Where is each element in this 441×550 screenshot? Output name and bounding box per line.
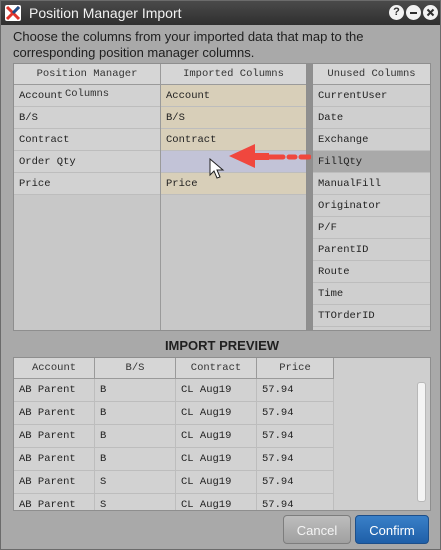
minimize-icon[interactable] (406, 5, 421, 20)
preview-cell: CL Aug19 (175, 378, 257, 402)
preview-cell: CL Aug19 (175, 447, 257, 471)
drag-arrow-icon (229, 144, 311, 168)
window-title: Position Manager Import (29, 5, 182, 21)
preview-cell: AB Parent (14, 493, 95, 510)
preview-cell: B (94, 424, 176, 448)
table-row: AB Parent B CL Aug19 57.94 (14, 401, 334, 425)
unused-columns-header: Unused Columns (313, 64, 430, 85)
table-row: AB Parent S CL Aug19 57.94 (14, 470, 334, 494)
table-row: AB Parent S CL Aug19 57.94 (14, 493, 334, 510)
column-mapping-grid: Position Manager Columns Account B/S Con… (13, 63, 307, 331)
mouse-cursor-icon (209, 158, 225, 179)
preview-header[interactable]: Price (256, 358, 334, 379)
table-row: AB Parent B CL Aug19 57.94 (14, 424, 334, 448)
preview-header[interactable]: Contract (175, 358, 257, 379)
import-preview-table: Account B/S Contract Price AB Parent B C… (13, 357, 431, 511)
preview-cell: 57.94 (256, 447, 334, 471)
unused-column-item[interactable]: P/F (313, 217, 430, 239)
preview-cell: B (94, 378, 176, 402)
pm-column-cell: B/S (14, 107, 160, 129)
preview-scrollbar[interactable] (417, 382, 426, 502)
unused-column-item[interactable]: CurrentUser (313, 85, 430, 107)
unused-column-item[interactable]: ParentID (313, 239, 430, 261)
cancel-button[interactable]: Cancel (283, 515, 351, 544)
preview-cell: AB Parent (14, 470, 95, 494)
unused-column-item[interactable]: Originator (313, 195, 430, 217)
pm-column-cell: Price (14, 173, 160, 195)
pm-column-cell: Order Qty (14, 151, 160, 173)
preview-cell: S (94, 493, 176, 510)
preview-cell: AB Parent (14, 378, 95, 402)
preview-cell: 57.94 (256, 470, 334, 494)
imported-column-slot[interactable]: Price (161, 173, 306, 195)
unused-column-item[interactable]: Time (313, 283, 430, 305)
preview-cell: 57.94 (256, 401, 334, 425)
pm-columns: Position Manager Columns Account B/S Con… (14, 64, 160, 195)
preview-cell: 57.94 (256, 424, 334, 448)
import-preview-title: IMPORT PREVIEW (164, 338, 280, 353)
preview-cell: CL Aug19 (175, 470, 257, 494)
imported-columns-header: Imported Columns (161, 64, 306, 85)
table-row: AB Parent B CL Aug19 57.94 (14, 378, 334, 402)
preview-cell: CL Aug19 (175, 424, 257, 448)
import-dialog: Position Manager Import ? Choose the col… (0, 0, 441, 550)
unused-column-item[interactable]: Exchange (313, 129, 430, 151)
close-icon[interactable] (423, 5, 438, 20)
app-logo-icon (5, 5, 21, 21)
unused-column-item[interactable]: Date (313, 107, 430, 129)
preview-cell: AB Parent (14, 401, 95, 425)
preview-header[interactable]: B/S (94, 358, 176, 379)
title-bar[interactable]: Position Manager Import ? (1, 1, 440, 25)
unused-column-item[interactable]: Route (313, 261, 430, 283)
preview-cell: S (94, 470, 176, 494)
unused-columns-list: Unused Columns CurrentUser Date Exchange… (312, 63, 431, 331)
instructions-text: Choose the columns from your imported da… (13, 29, 364, 60)
unused-column-item[interactable]: ManualFill (313, 173, 430, 195)
preview-header[interactable]: Account (14, 358, 95, 379)
confirm-button[interactable]: Confirm (355, 515, 429, 544)
help-icon[interactable]: ? (389, 5, 404, 20)
pm-column-cell: Contract (14, 129, 160, 151)
preview-cell: AB Parent (14, 424, 95, 448)
imported-column-slot[interactable]: B/S (161, 107, 306, 129)
preview-cell: 57.94 (256, 493, 334, 510)
imported-column-slot[interactable]: Account (161, 85, 306, 107)
preview-cell: AB Parent (14, 447, 95, 471)
preview-cell: CL Aug19 (175, 401, 257, 425)
unused-column-item[interactable]: TTOrderID (313, 305, 430, 327)
preview-cell: B (94, 447, 176, 471)
pm-columns-header: Position Manager Columns (14, 64, 160, 100)
imported-columns: Imported Columns Account B/S Contract Pr… (161, 64, 306, 195)
preview-cell: 57.94 (256, 378, 334, 402)
preview-cell: B (94, 401, 176, 425)
preview-cell: CL Aug19 (175, 493, 257, 510)
unused-column-item-dragging[interactable]: FillQty (313, 151, 430, 173)
table-row: AB Parent B CL Aug19 57.94 (14, 447, 334, 471)
